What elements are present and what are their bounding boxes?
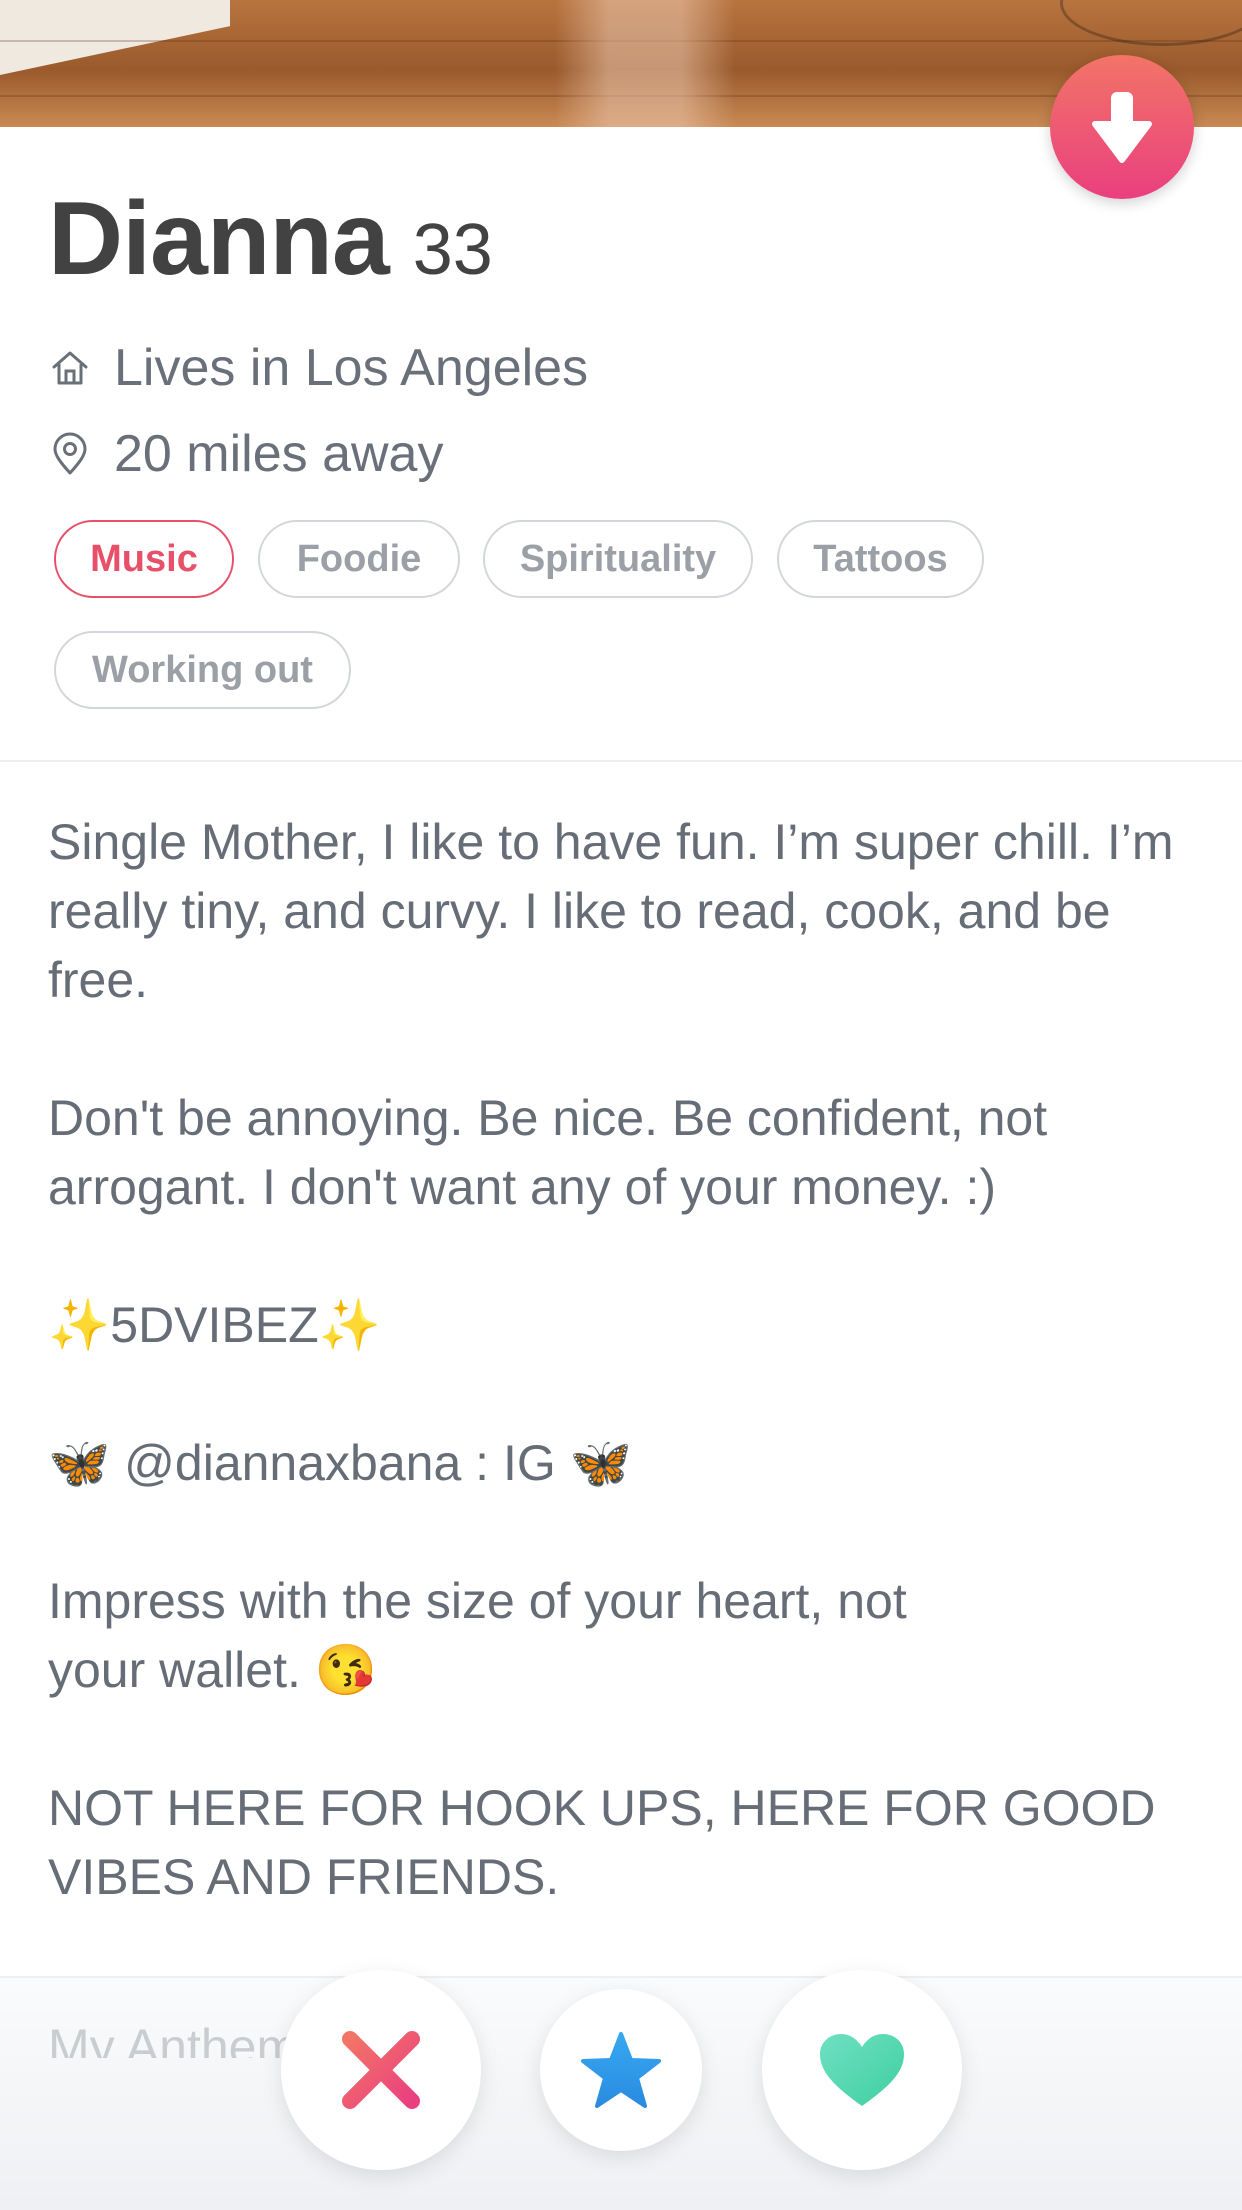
bio-paragraph: ✨5DVIBEZ✨ xyxy=(48,1297,381,1353)
bio-paragraph: Impress with the size of your heart, not… xyxy=(48,1573,907,1698)
like-button[interactable] xyxy=(762,1970,962,2170)
close-x-icon xyxy=(342,2031,420,2109)
interest-chip-working-out: Working out xyxy=(54,631,351,709)
arrow-down-icon xyxy=(1092,92,1152,163)
lives-in-text: Lives in Los Angeles xyxy=(114,339,589,397)
interest-label: Foodie xyxy=(296,537,422,580)
interest-chip-foodie: Foodie xyxy=(258,520,460,598)
collapse-profile-button[interactable] xyxy=(1050,55,1194,199)
interest-label: Spirituality xyxy=(519,537,717,580)
profile-bio: Single Mother, I like to have fun. I’m s… xyxy=(48,808,1208,1981)
profile-age: 33 xyxy=(412,210,493,290)
bio-paragraph: Don't be annoying. Be nice. Be confident… xyxy=(48,1090,1062,1215)
bio-paragraph: Single Mother, I like to have fun. I’m s… xyxy=(48,814,1188,1008)
photo-subject xyxy=(555,0,735,127)
heart-icon xyxy=(820,2034,904,2106)
nope-button[interactable] xyxy=(281,1970,481,2170)
interest-label: Working out xyxy=(92,648,313,691)
section-divider xyxy=(0,760,1242,762)
home-icon xyxy=(48,346,92,390)
lives-in-row: Lives in Los Angeles xyxy=(48,338,588,398)
interest-label: Music xyxy=(90,537,198,580)
photo-wall xyxy=(0,0,230,75)
interest-chip-tattoos: Tattoos xyxy=(777,520,984,598)
bio-paragraph: NOT HERE FOR HOOK UPS, HERE FOR GOOD VIB… xyxy=(48,1780,1170,1905)
location-pin-icon xyxy=(48,432,92,476)
super-like-button[interactable] xyxy=(540,1989,702,2151)
star-icon xyxy=(581,2032,661,2108)
distance-text: 20 miles away xyxy=(114,425,444,483)
profile-name: Dianna xyxy=(48,181,390,297)
bio-paragraph: 🦋 @diannaxbana : IG 🦋 xyxy=(48,1435,632,1491)
profile-header: Dianna 33 xyxy=(48,180,493,299)
interest-chip-spirituality: Spirituality xyxy=(483,520,753,598)
distance-row: 20 miles away xyxy=(48,424,443,484)
interest-label: Tattoos xyxy=(813,537,948,580)
interest-chip-music: Music xyxy=(54,520,234,598)
anthem-section-title: My Anthem xyxy=(48,2019,299,2058)
